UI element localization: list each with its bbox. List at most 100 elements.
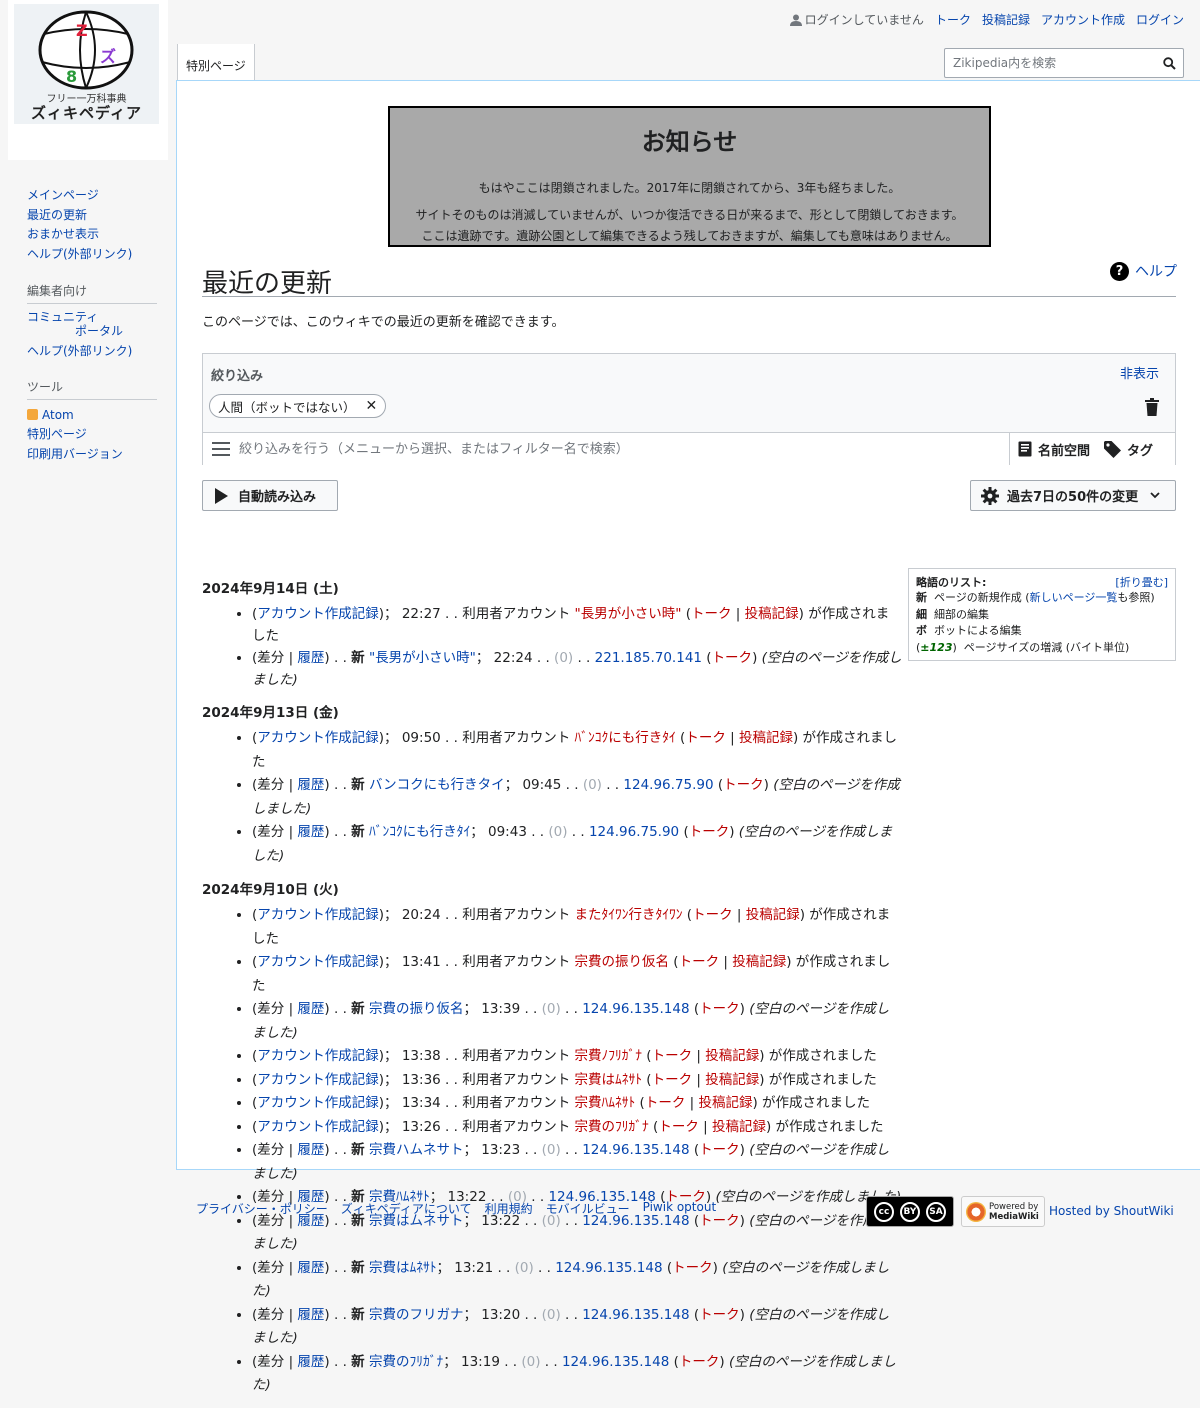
ip-user-link[interactable]: 124.96.135.148 — [582, 1001, 689, 1017]
trash-icon[interactable] — [1145, 398, 1159, 416]
help-link[interactable]: ? ヘルプ — [1110, 261, 1177, 281]
powered-by-mediawiki-badge[interactable]: Powered by MediaWiki — [961, 1196, 1045, 1227]
ip-user-link[interactable]: 221.185.70.141 — [595, 650, 702, 666]
ip-user-link[interactable]: 124.96.135.148 — [562, 1354, 669, 1370]
user-talk-link[interactable]: トーク — [679, 954, 720, 970]
nav-special-pages[interactable]: 特別ページ — [27, 425, 157, 445]
user-contribs-link[interactable]: 投稿記録 — [732, 954, 786, 970]
user-talk-link[interactable]: トーク — [658, 1119, 699, 1135]
history-link[interactable]: 履歴 — [297, 650, 324, 666]
page-title-link[interactable]: バンコクにも行きタイ — [369, 777, 505, 793]
ip-user-link[interactable]: 124.96.75.90 — [589, 824, 679, 840]
nav-community-portal[interactable]: コミュニティ ポータル — [27, 310, 157, 338]
user-link[interactable]: "長男が小さい時" — [575, 606, 682, 622]
user-talk-link[interactable]: トーク — [691, 606, 732, 622]
filter-search-input[interactable] — [237, 441, 997, 458]
page-title-link[interactable]: 宗費のフリガナ — [369, 1307, 464, 1323]
account-log-link[interactable]: アカウント作成記録 — [257, 1095, 379, 1111]
user-link[interactable]: ﾊﾞﾝｺｸにも行きﾀｲ — [575, 730, 676, 746]
login-link[interactable]: ログイン — [1136, 11, 1184, 28]
nav-help-external[interactable]: ヘルプ(外部リンク) — [27, 342, 157, 362]
account-log-link[interactable]: アカウント作成記録 — [257, 1072, 379, 1088]
user-contribs-link[interactable]: 投稿記録 — [712, 1119, 766, 1135]
user-talk-link[interactable]: トーク — [672, 1260, 713, 1276]
user-contribs-link[interactable]: 投稿記録 — [705, 1072, 759, 1088]
page-title-link[interactable]: 宗費のﾌﾘｶﾞﾅ — [369, 1354, 443, 1370]
user-talk-link[interactable]: トーク — [652, 1072, 693, 1088]
user-contribs-link[interactable]: 投稿記録 — [745, 606, 799, 622]
site-logo[interactable]: Z ズ 8 フリー一万科事典 ズィキペディア — [8, 0, 168, 160]
user-talk-link[interactable]: トーク — [652, 1048, 693, 1064]
account-log-link[interactable]: アカウント作成記録 — [257, 730, 379, 746]
nav-random[interactable]: おまかせ表示 — [27, 225, 157, 245]
user-talk-link[interactable]: トーク — [712, 650, 753, 666]
page-title-link[interactable]: 宗費の振り仮名 — [369, 1001, 464, 1017]
account-log-link[interactable]: アカウント作成記録 — [257, 907, 379, 923]
tags-button[interactable]: タグ — [1104, 440, 1153, 459]
history-link[interactable]: 履歴 — [297, 824, 324, 840]
limit-dropdown-button[interactable]: 過去7日の50件の変更 — [970, 480, 1176, 511]
footer-privacy-link[interactable]: プライバシー・ポリシー — [196, 1200, 328, 1217]
user-talk-link[interactable]: トーク — [679, 1354, 720, 1370]
hosted-by-shoutwiki-link[interactable]: Hosted by ShoutWiki — [1049, 1204, 1174, 1218]
namespace-button[interactable]: 名前空間 — [1018, 440, 1090, 459]
user-talk-link[interactable]: トーク — [723, 777, 764, 793]
history-link[interactable]: 履歴 — [297, 1307, 324, 1323]
ip-user-link[interactable]: 124.96.75.90 — [623, 777, 713, 793]
nav-recent-changes[interactable]: 最近の更新 — [27, 206, 157, 226]
user-link[interactable]: 宗費のﾌﾘｶﾞﾅ — [575, 1119, 649, 1135]
user-link[interactable]: 宗費の振り仮名 — [575, 954, 670, 970]
search-input[interactable] — [951, 55, 1151, 71]
account-log-link[interactable]: アカウント作成記録 — [257, 1119, 379, 1135]
history-link[interactable]: 履歴 — [297, 1142, 324, 1158]
user-contribs-link[interactable]: 投稿記録 — [746, 907, 800, 923]
user-link[interactable]: 宗費ﾊﾑﾈｻﾄ — [575, 1095, 636, 1111]
user-contribs-link[interactable]: 投稿記録 — [705, 1048, 759, 1064]
page-title-link[interactable]: 宗費ハムネサト — [369, 1142, 464, 1158]
nav-help[interactable]: ヘルプ(外部リンク) — [27, 245, 157, 265]
live-update-button[interactable]: 自動読み込み — [202, 480, 338, 511]
page-title-link[interactable]: 宗費はﾑﾈｻﾄ — [369, 1260, 437, 1276]
page-title-link[interactable]: ﾊﾞﾝｺｸにも行きﾀｲ — [369, 824, 470, 840]
nav-print-version[interactable]: 印刷用バージョン — [27, 445, 157, 465]
nav-atom[interactable]: Atom — [27, 406, 157, 426]
hide-filters-link[interactable]: 非表示 — [1120, 363, 1159, 382]
personal-contribs-link[interactable]: 投稿記録 — [982, 11, 1030, 28]
footer-about-link[interactable]: ズィキペディアについて — [341, 1200, 472, 1217]
user-link[interactable]: またﾀｲﾜﾝ行きﾀｲﾜﾝ — [575, 907, 683, 923]
history-link[interactable]: 履歴 — [297, 1001, 324, 1017]
user-link[interactable]: 宗費はﾑﾈｻﾄ — [575, 1072, 643, 1088]
history-link[interactable]: 履歴 — [297, 1354, 324, 1370]
history-link[interactable]: 履歴 — [297, 1260, 324, 1276]
page-title-link[interactable]: "長男が小さい時" — [369, 650, 476, 666]
ip-user-link[interactable]: 124.96.135.148 — [555, 1260, 662, 1276]
ip-user-link[interactable]: 124.96.135.148 — [582, 1307, 689, 1323]
search-icon[interactable] — [1163, 57, 1176, 70]
user-contribs-link[interactable]: 投稿記録 — [698, 1095, 752, 1111]
account-log-link[interactable]: アカウント作成記録 — [257, 1048, 379, 1064]
user-talk-link[interactable]: トーク — [689, 824, 730, 840]
history-link[interactable]: 履歴 — [297, 777, 324, 793]
close-icon[interactable]: ✕ — [366, 398, 378, 414]
create-account-link[interactable]: アカウント作成 — [1041, 11, 1125, 28]
ip-user-link[interactable]: 124.96.135.148 — [582, 1142, 689, 1158]
user-contribs-link[interactable]: 投稿記録 — [739, 730, 793, 746]
cc-license-badge[interactable]: cc BY SA — [866, 1196, 954, 1227]
user-talk-link[interactable]: トーク — [685, 730, 726, 746]
user-talk-link[interactable]: トーク — [692, 907, 733, 923]
legend-collapse-link[interactable]: [折り畳む] — [1115, 574, 1168, 590]
filter-chip-human[interactable]: 人間（ボットではない） ✕ — [209, 394, 387, 418]
footer-piwik-link[interactable]: Piwik optout — [643, 1200, 717, 1217]
user-talk-link[interactable]: トーク — [699, 1001, 740, 1017]
account-log-link[interactable]: アカウント作成記録 — [257, 606, 379, 622]
user-talk-link[interactable]: トーク — [699, 1142, 740, 1158]
menu-icon[interactable] — [212, 442, 230, 456]
personal-talk-link[interactable]: トーク — [935, 11, 971, 28]
footer-terms-link[interactable]: 利用規約 — [485, 1200, 533, 1217]
tab-special-page[interactable]: 特別ページ — [177, 44, 255, 81]
account-log-link[interactable]: アカウント作成記録 — [257, 954, 379, 970]
legend-new-pages-link[interactable]: 新しいページ一覧 — [1030, 591, 1118, 604]
user-link[interactable]: 宗費ﾉﾌﾘｶﾞﾅ — [575, 1048, 643, 1064]
nav-main-page[interactable]: メインページ — [27, 186, 157, 206]
user-talk-link[interactable]: トーク — [645, 1095, 686, 1111]
